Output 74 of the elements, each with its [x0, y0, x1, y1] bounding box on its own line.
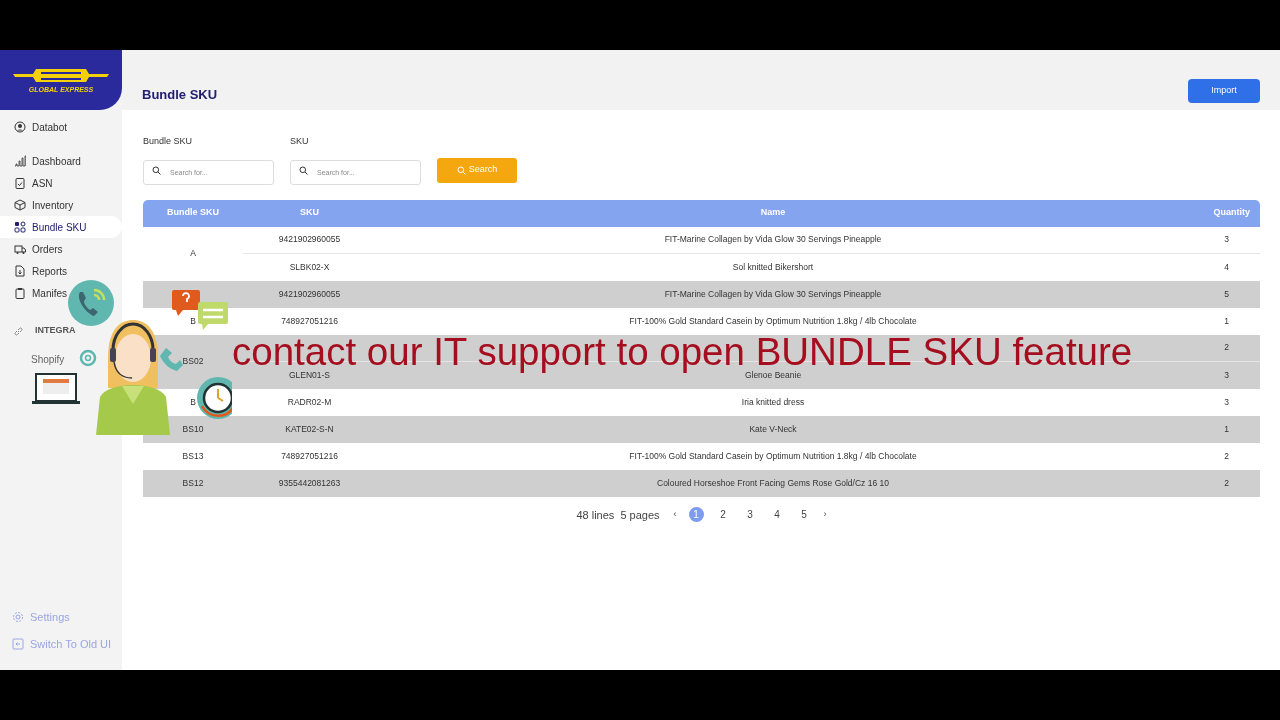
sidebar-link[interactable]: Shopify	[31, 349, 65, 369]
page-link[interactable]: 4	[769, 507, 785, 523]
table-cell: 2	[1224, 450, 1229, 461]
table-cell: BS13	[182, 450, 204, 461]
sidebar-item[interactable]: Manifes	[0, 282, 122, 304]
table-cell: 4	[1224, 261, 1229, 272]
table-cell: Glenoe Beanie	[744, 369, 802, 380]
previous-page-link[interactable]: ‹	[673, 508, 677, 522]
table-cell: SLBK02-X	[289, 261, 330, 272]
pagination-summary: 48 lines 5 pages	[576, 507, 660, 523]
table-cell: 2	[1224, 342, 1229, 353]
page-link[interactable]: 3	[742, 507, 758, 523]
table-cell: FIT-100% Gold Standard Casein by Optimum Nutrition 1.8kg / 4lb Chocolate	[629, 450, 917, 461]
page-link[interactable]: 5	[796, 507, 812, 523]
sidebar-item[interactable]: Reports	[0, 260, 122, 282]
import-button[interactable]: Import	[1188, 79, 1260, 103]
table-cell: 5	[1224, 288, 1229, 299]
section-heading: INTEGRA	[35, 324, 76, 338]
table-cell: 1	[1224, 315, 1229, 326]
table-cell: BS12	[182, 477, 204, 488]
page-title: Bundle SKU	[142, 86, 218, 105]
table-cell: Kate V-Neck	[749, 423, 797, 434]
table-cell: 748927051216	[281, 315, 338, 326]
table-cell: B	[190, 315, 196, 326]
logo-icon	[13, 67, 109, 84]
phone-icon	[160, 348, 183, 371]
sidebar-item[interactable]: Dashboard	[0, 150, 122, 172]
table-cell: Iria knitted dress	[741, 396, 805, 407]
table-cell: 1	[1224, 423, 1229, 434]
table-cell: FIT-Marine Collagen by Vida Glow 30 Servings Pineapple	[664, 234, 882, 245]
table-cell: Coloured Horseshoe Front Facing Gems Rose Gold/Cz 16 10	[657, 477, 889, 488]
table-cell: KATE02-S-N	[285, 423, 334, 434]
clipboard-icon	[14, 177, 26, 189]
table-cell: FIT-Marine Collagen by Vida Glow 30 Servings Pineapple	[664, 288, 882, 299]
table-cell: 9355442081263	[278, 477, 341, 488]
field-label: Bundle SKU	[143, 135, 194, 148]
grid-icon	[14, 221, 26, 233]
table-cell: 748927051216	[281, 450, 338, 461]
search-icon	[456, 165, 466, 175]
table-cell: 3	[1224, 369, 1229, 380]
laptop-icon	[32, 373, 80, 404]
table-cell: FIT-100% Gold Standard Casein by Optimum Nutrition 1.8kg / 4lb Chocolate	[629, 315, 917, 326]
table-cell: BS02	[182, 356, 204, 367]
user-icon	[14, 121, 26, 133]
search-icon	[152, 165, 161, 175]
box-icon	[14, 199, 26, 211]
sidebar-item[interactable]: Inventory	[0, 194, 122, 216]
bar-chart-icon	[14, 155, 26, 167]
exit-icon	[12, 637, 24, 650]
table-cell: 2	[1224, 477, 1229, 488]
next-page-link[interactable]: ›	[823, 508, 827, 522]
table-cell: A	[190, 248, 196, 259]
search-icon	[299, 165, 308, 175]
table-cell: RADR02-M	[287, 396, 332, 407]
sidebar-item[interactable]: Orders	[0, 238, 122, 260]
page-link[interactable]: 2	[715, 507, 731, 523]
sidebar-item[interactable]: Bundle SKU	[0, 216, 122, 238]
table-cell: 9421902960055	[278, 234, 341, 245]
truck-icon	[14, 243, 26, 255]
table-cell: BS10	[182, 423, 204, 434]
table-cell: Sol knitted Bikershort	[732, 261, 814, 272]
table-cell: GLEN01-S	[288, 369, 331, 380]
sidebar-item[interactable]: Databot	[0, 116, 122, 138]
phone-icon	[68, 280, 114, 326]
table-cell: 9421902960055	[278, 288, 341, 299]
table-cell: B	[190, 396, 196, 407]
table-cell: 3	[1224, 234, 1229, 245]
field-label: SKU	[290, 135, 310, 148]
settings-icon	[12, 611, 24, 624]
table-cell: 3	[1224, 396, 1229, 407]
link-icon	[14, 326, 23, 336]
document-icon	[14, 265, 26, 277]
sidebar-item[interactable]: ASN	[0, 172, 122, 194]
clipboard-icon	[14, 287, 26, 299]
